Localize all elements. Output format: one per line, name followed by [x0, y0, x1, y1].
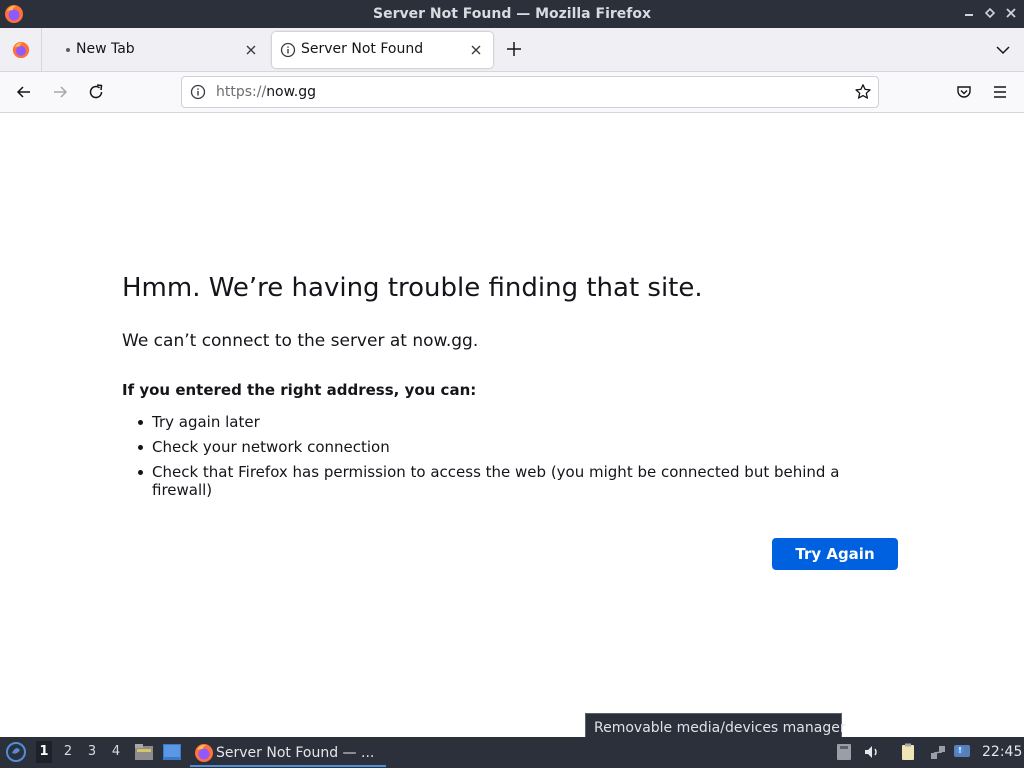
network-icon[interactable]	[928, 742, 948, 762]
notification-icon[interactable]	[952, 742, 972, 762]
pocket-icon[interactable]	[954, 82, 974, 102]
info-icon	[280, 42, 296, 58]
tab-attention-dot	[66, 48, 70, 52]
firefox-icon	[12, 41, 29, 59]
taskbar: 1 2 3 4 Server Not Found — ... 22:45	[0, 737, 1024, 768]
volume-icon[interactable]	[862, 742, 882, 762]
error-description: We can’t connect to the server at now.gg…	[122, 331, 479, 351]
tab-server-not-found[interactable]: Server Not Found	[272, 32, 493, 68]
close-tab-icon[interactable]	[469, 43, 483, 57]
try-again-button[interactable]: Try Again	[772, 538, 898, 570]
desktop-icon[interactable]	[162, 743, 182, 761]
site-info-icon[interactable]	[190, 84, 206, 100]
suggestions-list: Try again later Check your network conne…	[122, 413, 862, 506]
reload-icon[interactable]	[86, 82, 106, 102]
list-item: Check your network connection	[122, 438, 862, 456]
list-item: Try again later	[122, 413, 862, 431]
workspace-1[interactable]: 1	[36, 741, 52, 763]
navigation-toolbar: https://now.gg	[0, 72, 1024, 113]
hamburger-menu-icon[interactable]	[990, 82, 1010, 102]
tab-label: Server Not Found	[301, 41, 424, 57]
removable-media-icon[interactable]	[834, 742, 854, 762]
task-label: Server Not Found — ...	[216, 745, 375, 761]
window-title: Server Not Found — Mozilla Firefox	[372, 6, 652, 22]
close-window-button[interactable]	[1004, 6, 1018, 20]
clipboard-icon[interactable]	[898, 742, 918, 762]
url-host: now.gg	[266, 84, 317, 100]
file-manager-icon[interactable]	[134, 743, 154, 761]
url-text[interactable]: https://now.gg	[216, 84, 316, 100]
window-titlebar: Server Not Found — Mozilla Firefox	[0, 0, 1024, 28]
tab-strip: New Tab Server Not Found	[0, 28, 1024, 72]
chevron-down-icon[interactable]	[994, 41, 1012, 59]
workspace-3[interactable]: 3	[84, 744, 100, 759]
firefox-icon	[195, 744, 213, 762]
list-item: Check that Firefox has permission to acc…	[122, 463, 862, 499]
close-tab-icon[interactable]	[244, 43, 258, 57]
address-bar[interactable]: https://now.gg	[181, 76, 879, 108]
workspace-2[interactable]: 2	[60, 744, 76, 759]
firefox-view-button[interactable]	[0, 28, 42, 72]
restore-button[interactable]	[983, 6, 997, 20]
back-arrow-icon[interactable]	[14, 82, 34, 102]
start-menu-icon[interactable]	[5, 741, 27, 763]
error-title: Hmm. We’re having trouble finding that s…	[122, 273, 703, 303]
minimize-button[interactable]	[962, 6, 976, 20]
taskbar-task-firefox[interactable]: Server Not Found — ...	[190, 739, 386, 767]
star-icon[interactable]	[854, 83, 872, 101]
tab-label: New Tab	[76, 41, 135, 57]
url-scheme: https://	[216, 84, 267, 100]
page-content: Hmm. We’re having trouble finding that s…	[0, 113, 1024, 737]
workspace-4[interactable]: 4	[108, 744, 124, 759]
suggestions-heading: If you entered the right address, you ca…	[122, 381, 477, 399]
tab-new-tab[interactable]: New Tab	[44, 32, 268, 68]
forward-arrow-icon[interactable]	[50, 82, 70, 102]
clock: 22:45	[982, 744, 1023, 760]
new-tab-icon[interactable]	[504, 39, 524, 59]
